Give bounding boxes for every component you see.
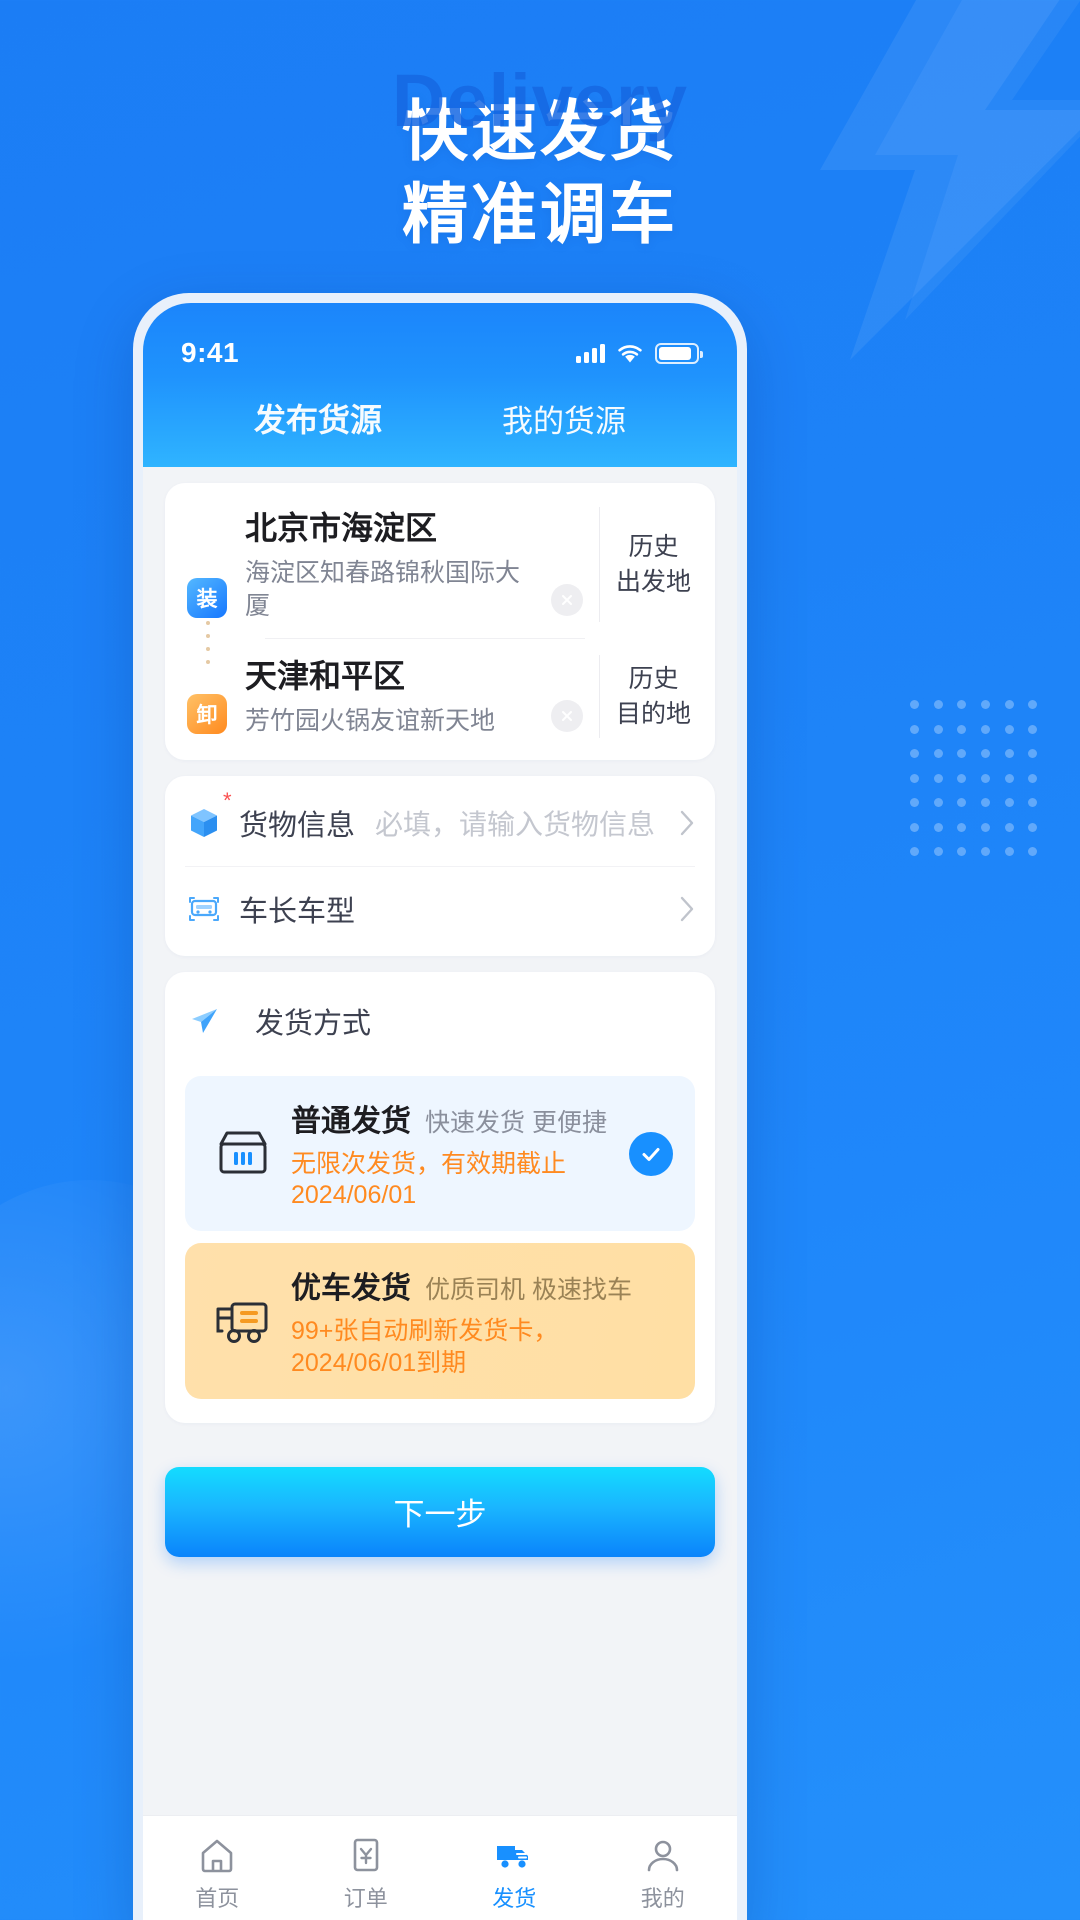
tabbar-item-orders[interactable]: 订单 xyxy=(292,1836,441,1913)
truck-front-icon xyxy=(185,890,223,928)
headline-line-2: 精准调车 xyxy=(402,176,678,251)
history-destination-line2: 目的地 xyxy=(615,699,691,728)
delivery-method-card: 发货方式 普通发货 快速发货 更便捷 无限次发货，有效期截止2024/06/01… xyxy=(165,971,715,1423)
cargo-info-placeholder: 必填，请输入货物信息 xyxy=(375,808,656,840)
app-header: 9:41 发布货源 我的货源 xyxy=(143,303,737,467)
next-button-wrap: 下一步 xyxy=(165,1423,715,1557)
origin-badge: 装 xyxy=(187,578,227,619)
phone-screen: 9:41 发布货源 我的货源 装 北京市海淀区 海淀区知春路锦秋国际大厦 历史 … xyxy=(143,303,737,1920)
tabbar-item-home[interactable]: 首页 xyxy=(143,1836,292,1913)
ship-truck-icon xyxy=(493,1836,535,1874)
delivery-option-normal-name: 普通发货 xyxy=(291,1104,411,1138)
package-box-icon xyxy=(185,804,223,842)
origin-clear-icon[interactable] xyxy=(551,584,583,617)
promo-headline: Delivery 快速发货 精准调车 xyxy=(0,64,1080,255)
tabbar-label-home: 首页 xyxy=(195,1886,240,1911)
cargo-info-label: * 货物信息 xyxy=(223,788,356,844)
vehicle-type-row[interactable]: 车长车型 xyxy=(185,865,695,952)
history-destination-button[interactable]: 历史 目的地 xyxy=(599,655,695,738)
origin-city: 北京市海淀区 xyxy=(245,510,438,546)
history-origin-button[interactable]: 历史 出发地 xyxy=(599,507,695,623)
status-time: 9:41 xyxy=(181,337,240,368)
tab-publish-cargo[interactable]: 发布货源 xyxy=(254,395,382,449)
tabbar-item-mine[interactable]: 我的 xyxy=(589,1836,738,1913)
delivery-option-normal-note: 无限次发货，有效期截止2024/06/01 xyxy=(291,1149,567,1210)
main-content: 装 北京市海淀区 海淀区知春路锦秋国际大厦 历史 出发地 卸 天津和平区 芳竹园… xyxy=(143,467,737,1815)
person-icon xyxy=(643,1836,683,1874)
tabbar-label-ship: 发货 xyxy=(492,1886,537,1911)
delivery-option-premium-note: 99+张自动刷新发货卡，2024/06/01到期 xyxy=(291,1317,559,1377)
phone-mockup: 9:41 发布货源 我的货源 装 北京市海淀区 海淀区知春路锦秋国际大厦 历史 … xyxy=(133,293,747,1920)
origin-detail: 海淀区知春路锦秋国际大厦 xyxy=(245,559,521,620)
delivery-truck-icon xyxy=(207,1293,279,1349)
tabbar-label-orders: 订单 xyxy=(343,1886,388,1911)
delivery-option-premium-sub: 优质司机 极速找车 xyxy=(425,1276,632,1305)
address-card: 装 北京市海淀区 海淀区知春路锦秋国际大厦 历史 出发地 卸 天津和平区 芳竹园… xyxy=(165,483,715,760)
delivery-option-premium-name: 优车发货 xyxy=(291,1272,411,1306)
chevron-right-icon xyxy=(679,895,695,923)
destination-clear-icon[interactable] xyxy=(551,699,583,732)
delivery-method-title: 发货方式 xyxy=(255,1007,372,1040)
tabbar-label-mine: 我的 xyxy=(640,1886,685,1911)
signal-bars-icon xyxy=(576,343,605,363)
ghost-word-delivery: Delivery xyxy=(392,59,688,142)
battery-icon xyxy=(655,342,703,364)
cargo-info-label-text: 货物信息 xyxy=(239,809,356,842)
delivery-option-normal[interactable]: 普通发货 快速发货 更便捷 无限次发货，有效期截止2024/06/01 xyxy=(185,1075,695,1232)
paper-plane-icon xyxy=(185,1002,223,1040)
origin-row[interactable]: 装 北京市海淀区 海淀区知春路锦秋国际大厦 历史 出发地 xyxy=(165,491,715,638)
wifi-icon xyxy=(616,343,644,364)
cargo-info-card: * 货物信息 必填，请输入货物信息 车长车型 xyxy=(165,775,715,956)
destination-row[interactable]: 卸 天津和平区 芳竹园火锅友谊新天地 历史 目的地 xyxy=(165,639,715,754)
check-circle-icon[interactable] xyxy=(629,1131,673,1176)
next-step-button[interactable]: 下一步 xyxy=(165,1466,715,1557)
history-destination-line1: 历史 xyxy=(628,665,679,694)
history-origin-line1: 历史 xyxy=(628,533,679,562)
tabbar-item-ship[interactable]: 发货 xyxy=(440,1836,589,1913)
home-icon xyxy=(197,1836,237,1874)
destination-detail: 芳竹园火锅友谊新天地 xyxy=(245,707,496,736)
history-origin-line2: 出发地 xyxy=(615,567,691,596)
required-asterisk: * xyxy=(223,787,232,813)
delivery-option-premium[interactable]: 优车发货 优质司机 极速找车 99+张自动刷新发货卡，2024/06/01到期 xyxy=(185,1243,695,1399)
dot-grid-decoration xyxy=(910,700,1050,870)
delivery-option-normal-sub: 快速发货 更便捷 xyxy=(425,1108,607,1137)
status-bar: 9:41 xyxy=(143,329,737,377)
chevron-right-icon xyxy=(679,809,695,837)
tab-my-cargo[interactable]: 我的货源 xyxy=(502,396,626,449)
header-tabs: 发布货源 我的货源 xyxy=(143,377,737,467)
destination-city: 天津和平区 xyxy=(245,658,406,695)
delivery-method-header: 发货方式 xyxy=(185,978,695,1064)
vehicle-type-label: 车长车型 xyxy=(239,895,356,928)
cargo-info-row[interactable]: * 货物信息 必填，请输入货物信息 xyxy=(185,780,695,866)
crate-box-icon xyxy=(207,1126,279,1182)
order-icon xyxy=(346,1836,386,1874)
bottom-tab-bar: 首页 订单 发货 我的 xyxy=(143,1815,737,1920)
destination-badge: 卸 xyxy=(187,693,227,734)
